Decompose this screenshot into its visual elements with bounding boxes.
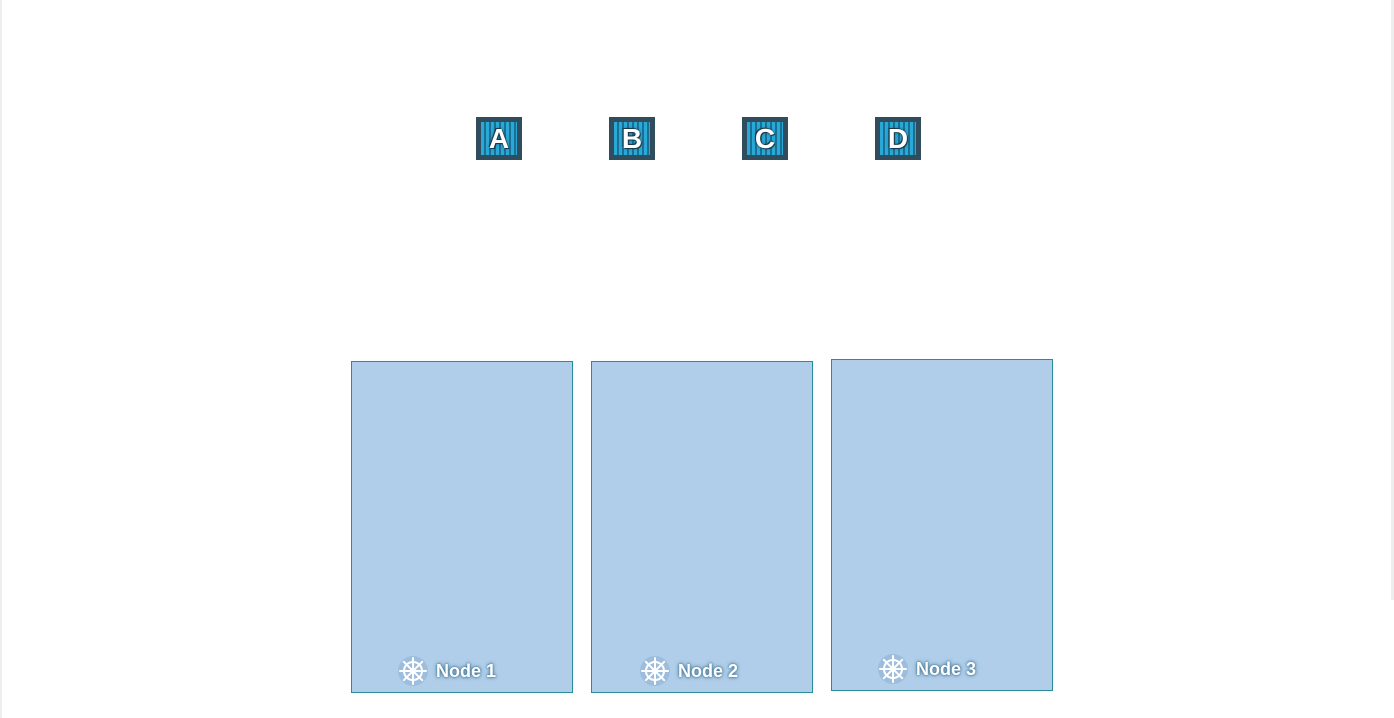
pod-letter: C	[754, 122, 776, 154]
helm-wheel-icon	[398, 656, 428, 686]
node-3[interactable]: Node 3	[831, 359, 1053, 691]
node-label: Node 3	[876, 652, 976, 686]
pod-b[interactable]: B	[609, 117, 655, 160]
pod-letter: A	[488, 122, 510, 154]
pod-c[interactable]: C	[742, 117, 788, 160]
node-name: Node 1	[436, 660, 497, 681]
pod-a[interactable]: A	[476, 117, 522, 160]
node-label: Node 2	[638, 654, 738, 688]
pod-letter: D	[887, 122, 909, 154]
node-name: Node 3	[916, 658, 977, 679]
node-2[interactable]: Node 2	[591, 361, 813, 693]
diagram-canvas: A B C D Node 1 Node 2 Node 3	[0, 0, 1394, 718]
canvas-left-edge	[0, 0, 2, 718]
node-name: Node 2	[678, 660, 739, 681]
helm-wheel-icon	[878, 654, 908, 684]
helm-wheel-icon	[640, 656, 670, 686]
node-1[interactable]: Node 1	[351, 361, 573, 693]
pod-d[interactable]: D	[875, 117, 921, 160]
pod-letter: B	[621, 122, 643, 154]
node-label: Node 1	[396, 654, 496, 688]
